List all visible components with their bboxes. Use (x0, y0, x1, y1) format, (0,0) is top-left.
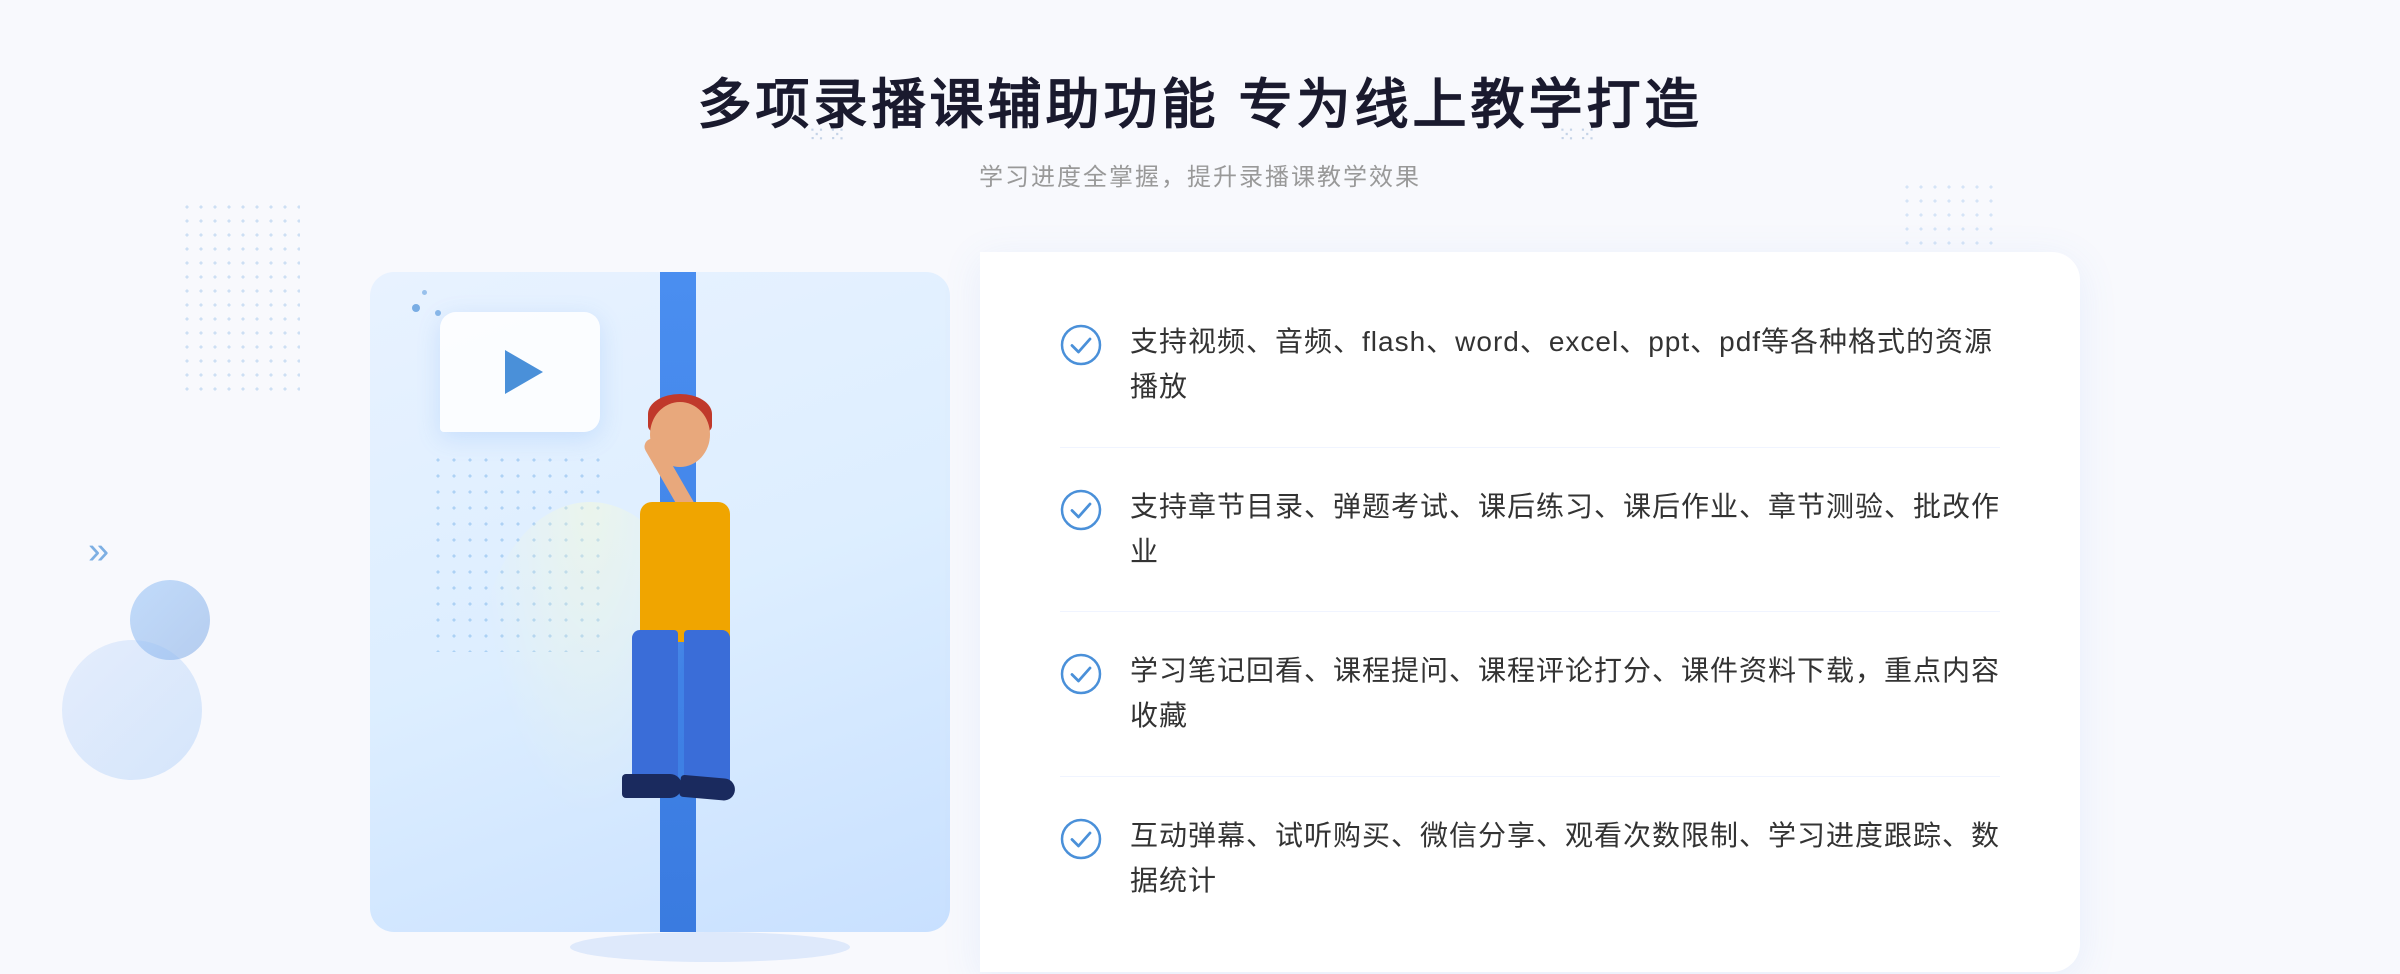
page-wrapper: » ⁙ ⁙ 多项录播课辅助功能 专为线上教学打造 ⁙ ⁙ 学习进度全掌握，提升录… (0, 0, 2400, 974)
divider-1 (1060, 447, 2000, 448)
dots-decoration-left (180, 200, 300, 400)
features-panel: 支持视频、音频、flash、word、excel、ppt、pdf等各种格式的资源… (980, 252, 2080, 972)
person-shoe-right (679, 775, 736, 802)
feature-item-2: 支持章节目录、弹题考试、课后练习、课后作业、章节测验、批改作业 (1060, 485, 2000, 575)
circle-decoration-large (62, 640, 202, 780)
divider-2 (1060, 611, 2000, 612)
feature-item-1: 支持视频、音频、flash、word、excel、ppt、pdf等各种格式的资源… (1060, 320, 2000, 410)
check-icon-1 (1060, 324, 1102, 366)
check-icon-4 (1060, 818, 1102, 860)
divider-3 (1060, 776, 2000, 777)
person-illustration (470, 372, 850, 952)
person-torso (640, 502, 730, 642)
feature-text-2: 支持章节目录、弹题考试、课后练习、课后作业、章节测验、批改作业 (1130, 485, 2000, 575)
feature-text-1: 支持视频、音频、flash、word、excel、ppt、pdf等各种格式的资源… (1130, 320, 2000, 410)
content-area: 支持视频、音频、flash、word、excel、ppt、pdf等各种格式的资源… (320, 252, 2080, 972)
feature-item-3: 学习笔记回看、课程提问、课程评论打分、课件资料下载，重点内容收藏 (1060, 649, 2000, 739)
arrow-decoration-left: » (88, 530, 109, 573)
person-shoe-left (622, 774, 682, 798)
person-pants-left (632, 630, 678, 790)
chevron-right-icon: ⁙ ⁙ (808, 122, 845, 148)
main-title: 多项录播课辅助功能 专为线上教学打造 (697, 60, 1702, 139)
check-icon-2 (1060, 489, 1102, 531)
person-shadow (570, 932, 850, 962)
header-section: ⁙ ⁙ 多项录播课辅助功能 专为线上教学打造 ⁙ ⁙ 学习进度全掌握，提升录播课… (697, 60, 1702, 192)
subtitle: 学习进度全掌握，提升录播课教学效果 (697, 157, 1702, 192)
illustration-panel (320, 252, 1000, 972)
feature-item-4: 互动弹幕、试听购买、微信分享、观看次数限制、学习进度跟踪、数据统计 (1060, 814, 2000, 904)
feature-text-4: 互动弹幕、试听购买、微信分享、观看次数限制、学习进度跟踪、数据统计 (1130, 814, 2000, 904)
person-pants-right (684, 630, 730, 790)
sparkle-1 (412, 304, 420, 312)
check-icon-3 (1060, 653, 1102, 695)
chevron-left-icon: ⁙ ⁙ (1557, 122, 1594, 148)
sparkle-2 (422, 290, 427, 295)
sparkle-3 (435, 310, 441, 316)
feature-text-3: 学习笔记回看、课程提问、课程评论打分、课件资料下载，重点内容收藏 (1130, 649, 2000, 739)
